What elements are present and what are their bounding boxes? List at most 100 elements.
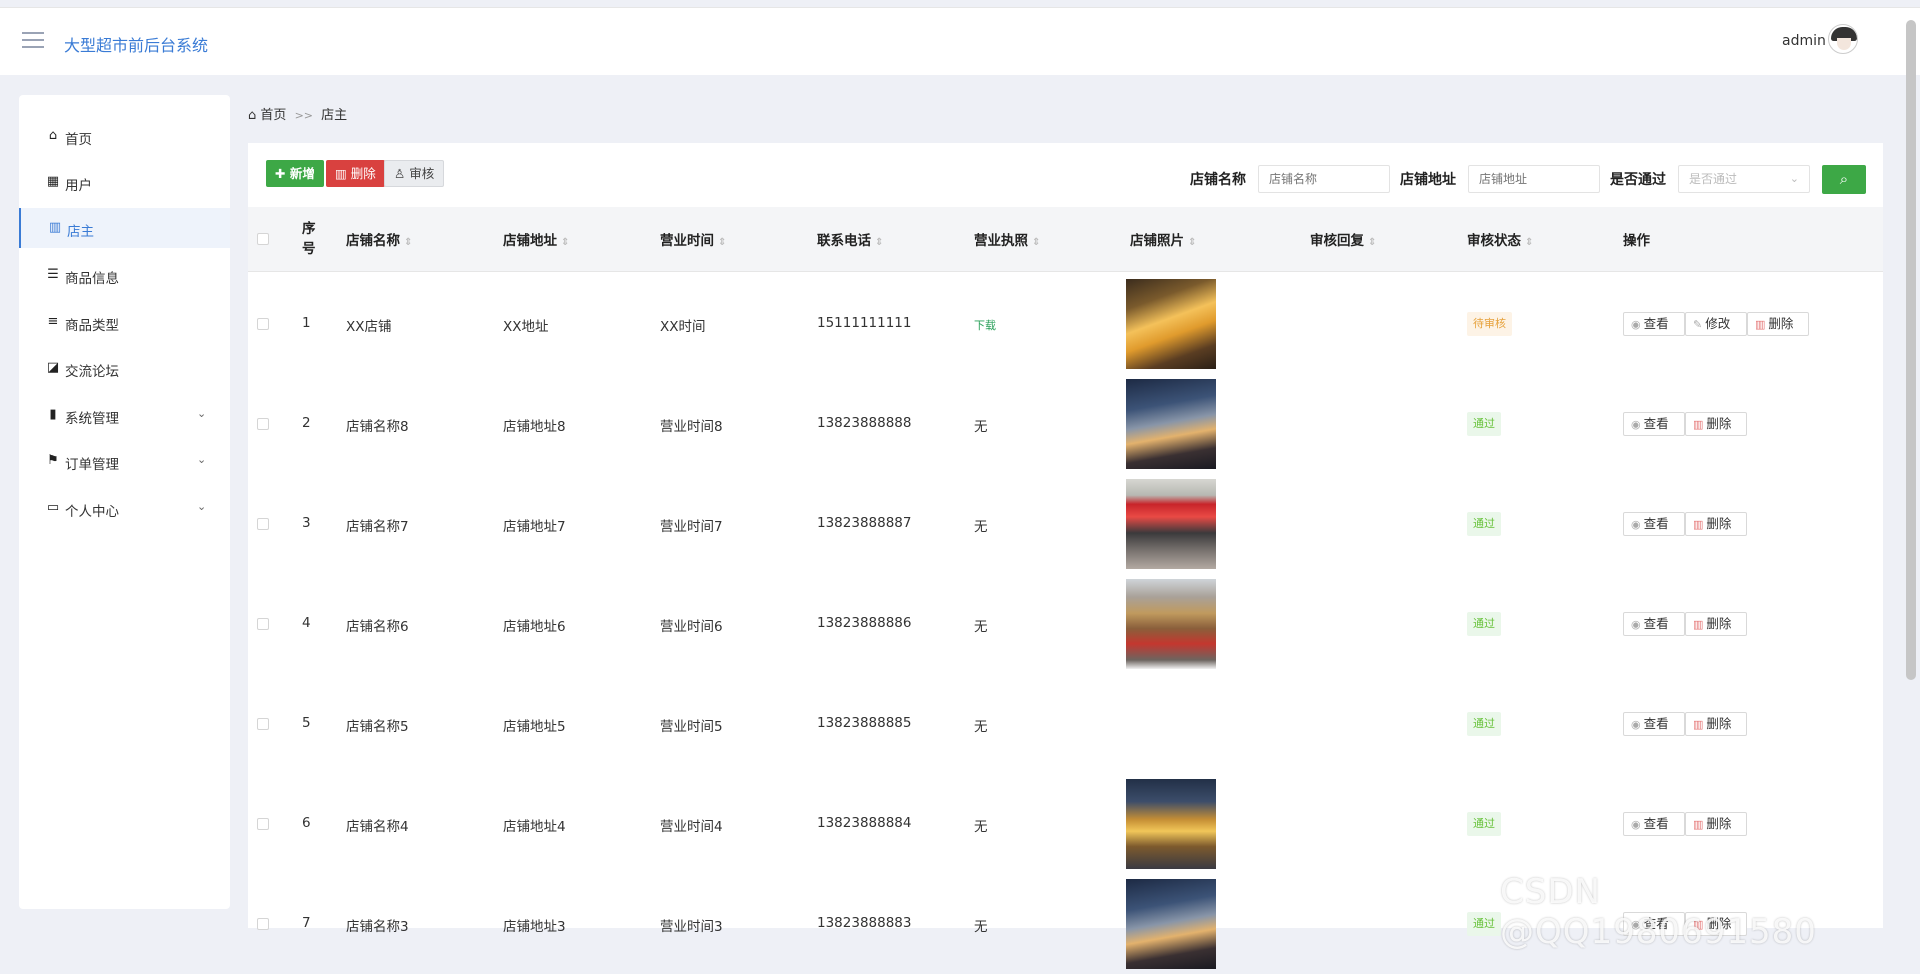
flag-icon: ⚑ <box>47 453 59 468</box>
col-header-license[interactable]: 营业执照 ⇕ <box>974 229 1040 249</box>
delete-button[interactable]: ▥ 删除 <box>326 160 385 187</box>
cell-shop-address: 店铺地址7 <box>503 519 566 535</box>
sidebar-item-home[interactable]: ⌂ 首页 <box>19 116 230 156</box>
col-header-photo[interactable]: 店铺照片 ⇕ <box>1130 229 1196 249</box>
cell-shop-address: 店铺地址6 <box>503 619 566 635</box>
home-icon: ⌂ <box>248 108 257 123</box>
top-bar: 大型超市前后台系统 admin <box>0 7 1920 75</box>
trash-icon: ▥ <box>1755 318 1766 331</box>
audit-button-label: 审核 <box>409 166 435 181</box>
home-icon: ⌂ <box>48 128 58 143</box>
col-header-shop-name[interactable]: 店铺名称 ⇕ <box>346 229 412 249</box>
action-label: 查看 <box>1643 816 1669 831</box>
col-header-label: 营业时间 <box>660 233 714 249</box>
sidebar-item-product-type[interactable]: ≡ 商品类型 <box>19 302 230 342</box>
username[interactable]: admin <box>1782 33 1826 49</box>
audit-button[interactable]: ♙ 审核 <box>384 160 445 187</box>
sidebar-item-forum[interactable]: ◪ 交流论坛 <box>19 348 230 388</box>
trash-icon: ▥ <box>1693 418 1704 431</box>
action-label: 删除 <box>1706 416 1732 431</box>
scrollbar[interactable] <box>1906 20 1916 680</box>
delete-row-button[interactable]: ▥ 删除 <box>1685 512 1747 536</box>
action-label: 删除 <box>1706 616 1732 631</box>
shop-address-input[interactable] <box>1468 165 1600 193</box>
cell-shop-name: XX店铺 <box>346 319 392 335</box>
view-button[interactable]: ◉ 查看 <box>1623 312 1685 336</box>
shop-photo[interactable] <box>1126 479 1216 569</box>
search-icon: ⌕ <box>1839 170 1849 188</box>
sort-icon: ⇕ <box>718 237 727 248</box>
pass-select[interactable]: 是否通过 ⌄ <box>1678 165 1810 193</box>
cell-no: 4 <box>302 615 311 631</box>
col-header-shop-address[interactable]: 店铺地址 ⇕ <box>503 229 569 249</box>
avatar[interactable] <box>1828 24 1858 54</box>
breadcrumb-current: 店主 <box>321 108 348 123</box>
delete-row-button[interactable]: ▥ 删除 <box>1685 812 1747 836</box>
user-icon: ♙ <box>394 166 410 181</box>
pass-select-value: 是否通过 <box>1689 172 1738 186</box>
shop-photo[interactable] <box>1126 579 1216 669</box>
filter-address-label: 店铺地址 <box>1400 172 1456 188</box>
breadcrumb-home[interactable]: 首页 <box>260 108 286 123</box>
row-checkbox[interactable] <box>257 718 269 730</box>
status-badge: 通过 <box>1467 612 1501 636</box>
sidebar-item-system[interactable]: ▮ 系统管理 ⌄ <box>19 395 230 435</box>
card-icon: ▭ <box>46 500 60 515</box>
row-checkbox[interactable] <box>257 418 269 430</box>
menu-toggle-icon[interactable] <box>22 32 44 50</box>
cell-no: 7 <box>302 915 311 931</box>
plus-icon: ✚ <box>275 166 290 181</box>
add-button[interactable]: ✚ 新增 <box>266 160 324 187</box>
row-checkbox[interactable] <box>257 518 269 530</box>
view-button[interactable]: ◉ 查看 <box>1623 712 1685 736</box>
shop-photo[interactable] <box>1126 279 1216 369</box>
view-button[interactable]: ◉ 查看 <box>1623 612 1685 636</box>
edit-button[interactable]: ✎ 修改 <box>1685 312 1747 336</box>
sidebar-item-orders[interactable]: ⚑ 订单管理 ⌄ <box>19 441 230 481</box>
grid-icon: ▦ <box>46 174 60 189</box>
delete-row-button[interactable]: ▥ 删除 <box>1685 712 1747 736</box>
col-header-label: 审核回复 <box>1310 233 1364 249</box>
cell-shop-name: 店铺名称8 <box>346 419 409 435</box>
sidebar-item-profile[interactable]: ▭ 个人中心 ⌄ <box>19 488 230 528</box>
action-label: 修改 <box>1705 316 1731 331</box>
sidebar-item-shop-owner[interactable]: ▥ 店主 <box>19 208 230 248</box>
license-download-link[interactable]: 下载 <box>974 317 996 333</box>
sidebar-item-product-info[interactable]: ☰ 商品信息 <box>19 255 230 295</box>
sidebar-item-label: 订单管理 <box>65 457 119 473</box>
sidebar-item-users[interactable]: ▦ 用户 <box>19 162 230 202</box>
col-header-phone[interactable]: 联系电话 ⇕ <box>817 229 883 249</box>
col-header-reply[interactable]: 审核回复 ⇕ <box>1310 229 1376 249</box>
cell-phone: 13823888883 <box>817 915 912 931</box>
row-checkbox[interactable] <box>257 318 269 330</box>
row-checkbox[interactable] <box>257 918 269 930</box>
row-checkbox[interactable] <box>257 618 269 630</box>
sort-icon: ⇕ <box>875 237 884 248</box>
search-button[interactable]: ⌕ <box>1822 165 1866 194</box>
delete-row-button[interactable]: ▥ 删除 <box>1747 312 1809 336</box>
sort-icon: ⇕ <box>1188 237 1197 248</box>
eye-icon: ◉ <box>1631 518 1641 531</box>
view-button[interactable]: ◉ 查看 <box>1623 412 1685 436</box>
shop-photo[interactable] <box>1126 879 1216 969</box>
cell-license: 无 <box>974 519 988 535</box>
view-button[interactable]: ◉ 查看 <box>1623 512 1685 536</box>
delete-row-button[interactable]: ▥ 删除 <box>1685 612 1747 636</box>
col-header-status[interactable]: 审核状态 ⇕ <box>1467 229 1533 249</box>
view-button[interactable]: ◉ 查看 <box>1623 812 1685 836</box>
col-header-hours[interactable]: 营业时间 ⇕ <box>660 229 726 249</box>
col-header-label: 店铺地址 <box>503 233 557 249</box>
select-all-checkbox[interactable] <box>257 233 269 245</box>
edit-icon: ✎ <box>1693 318 1703 331</box>
shop-name-input[interactable] <box>1258 165 1390 193</box>
shop-photo[interactable] <box>1126 779 1216 869</box>
delete-row-button[interactable]: ▥ 删除 <box>1685 412 1747 436</box>
table-row: 3 店铺名称7 店铺地址7 营业时间7 13823888887 无通过 ◉ 查看 ▥ 删除 <box>248 474 1883 574</box>
cell-hours: 营业时间6 <box>660 619 723 635</box>
filter-pass-label: 是否通过 <box>1610 172 1666 188</box>
cell-hours: 营业时间7 <box>660 519 723 535</box>
sidebar-item-label: 交流论坛 <box>65 364 119 380</box>
row-checkbox[interactable] <box>257 818 269 830</box>
status-badge: 通过 <box>1467 712 1501 736</box>
shop-photo[interactable] <box>1126 379 1216 469</box>
